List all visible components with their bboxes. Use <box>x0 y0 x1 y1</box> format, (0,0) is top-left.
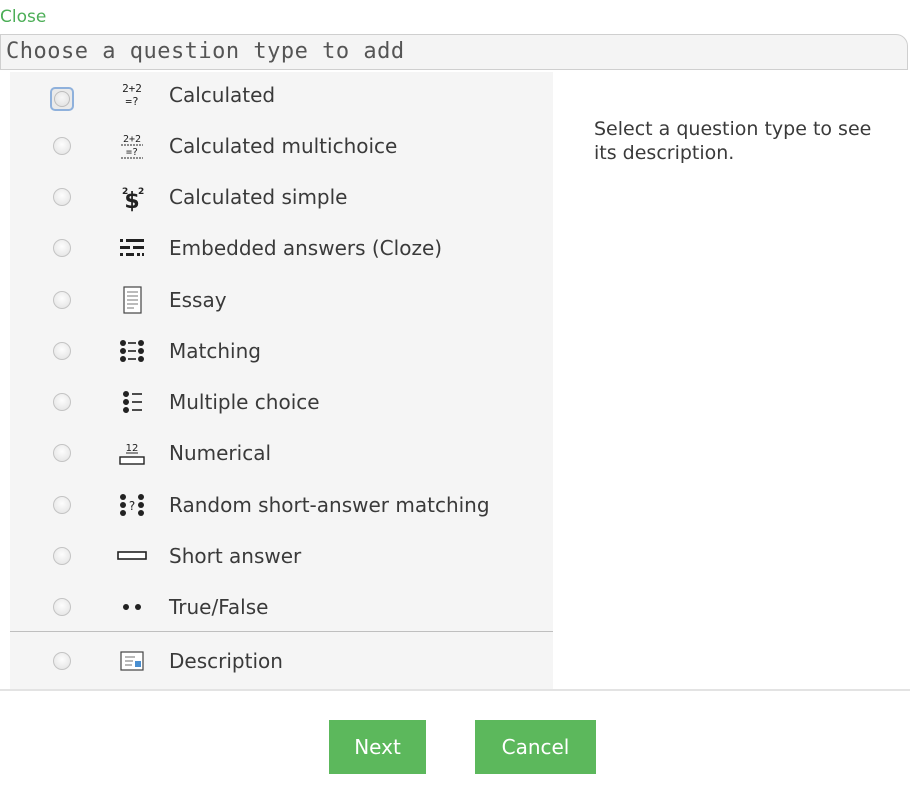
option-label: Calculated multichoice <box>169 134 398 158</box>
option-label: Embedded answers (Cloze) <box>169 236 443 260</box>
option-random-short-answer-matching[interactable]: ? Random short-answer matching <box>10 482 553 528</box>
radio-button[interactable] <box>53 342 71 360</box>
radio-button[interactable] <box>53 188 71 206</box>
option-label: True/False <box>169 595 269 619</box>
option-label: Short answer <box>169 544 302 568</box>
type-description: Select a question type to see its descri… <box>594 118 872 164</box>
option-embedded-answers[interactable]: Embedded answers (Cloze) <box>10 225 553 271</box>
close-link[interactable]: Close <box>0 6 46 28</box>
option-label: Essay <box>169 288 227 312</box>
description-icon <box>116 646 148 676</box>
dialog-title: Choose a question type to add <box>0 34 908 70</box>
radio-button[interactable] <box>53 137 71 155</box>
radio-button[interactable] <box>53 652 71 670</box>
svg-text:?: ? <box>129 499 135 513</box>
matching-icon <box>116 336 148 366</box>
multiple-choice-icon <box>116 387 148 417</box>
radio-button[interactable] <box>53 598 71 616</box>
option-numerical[interactable]: 12 Numerical <box>10 430 553 476</box>
question-type-list: 2+2 =? Calculated 2+2 =? Calculated multic… <box>10 72 553 689</box>
random-matching-icon: ? <box>116 490 148 520</box>
option-label: Random short-answer matching <box>169 493 490 517</box>
true-false-icon <box>116 592 148 622</box>
option-label: Calculated simple <box>169 185 348 209</box>
svg-text:=?: =? <box>125 95 138 108</box>
option-calculated-multichoice[interactable]: 2+2 =? Calculated multichoice <box>10 123 553 169</box>
dialog-footer: Next Cancel <box>0 691 910 798</box>
svg-text:$: $ <box>124 189 139 212</box>
option-description[interactable]: Description <box>10 638 553 684</box>
option-label: Matching <box>169 339 261 363</box>
option-calculated[interactable]: 2+2 =? Calculated <box>10 72 553 118</box>
option-label: Calculated <box>169 83 276 107</box>
short-answer-icon <box>116 541 148 571</box>
option-calculated-simple[interactable]: 2 2 $ Calculated simple <box>10 174 553 220</box>
radio-button[interactable] <box>53 444 71 462</box>
radio-button[interactable] <box>53 496 71 514</box>
option-true-false[interactable]: True/False <box>10 584 553 630</box>
option-multiple-choice[interactable]: Multiple choice <box>10 379 553 425</box>
option-short-answer[interactable]: Short answer <box>10 533 553 579</box>
cloze-icon <box>116 233 148 263</box>
svg-text:2+2: 2+2 <box>123 134 141 145</box>
numerical-icon: 12 <box>116 438 148 468</box>
next-button[interactable]: Next <box>329 720 426 774</box>
radio-button[interactable] <box>53 547 71 565</box>
option-label: Numerical <box>169 441 272 465</box>
svg-text:12: 12 <box>126 443 139 454</box>
cancel-button[interactable]: Cancel <box>475 720 596 774</box>
option-essay[interactable]: Essay <box>10 277 553 323</box>
option-matching[interactable]: Matching <box>10 328 553 374</box>
radio-button[interactable] <box>50 87 74 111</box>
calculated-multichoice-icon: 2+2 =? <box>116 131 148 161</box>
calculated-icon: 2+2 =? <box>116 80 148 110</box>
svg-text:2+2: 2+2 <box>122 82 142 95</box>
svg-text:=?: =? <box>126 147 138 158</box>
option-label: Description <box>169 649 283 673</box>
radio-button[interactable] <box>53 291 71 309</box>
radio-button[interactable] <box>53 393 71 411</box>
essay-icon <box>116 285 148 315</box>
option-label: Multiple choice <box>169 390 320 414</box>
section-divider <box>10 631 553 632</box>
calculated-simple-icon: 2 2 $ <box>116 182 148 212</box>
radio-button[interactable] <box>53 239 71 257</box>
